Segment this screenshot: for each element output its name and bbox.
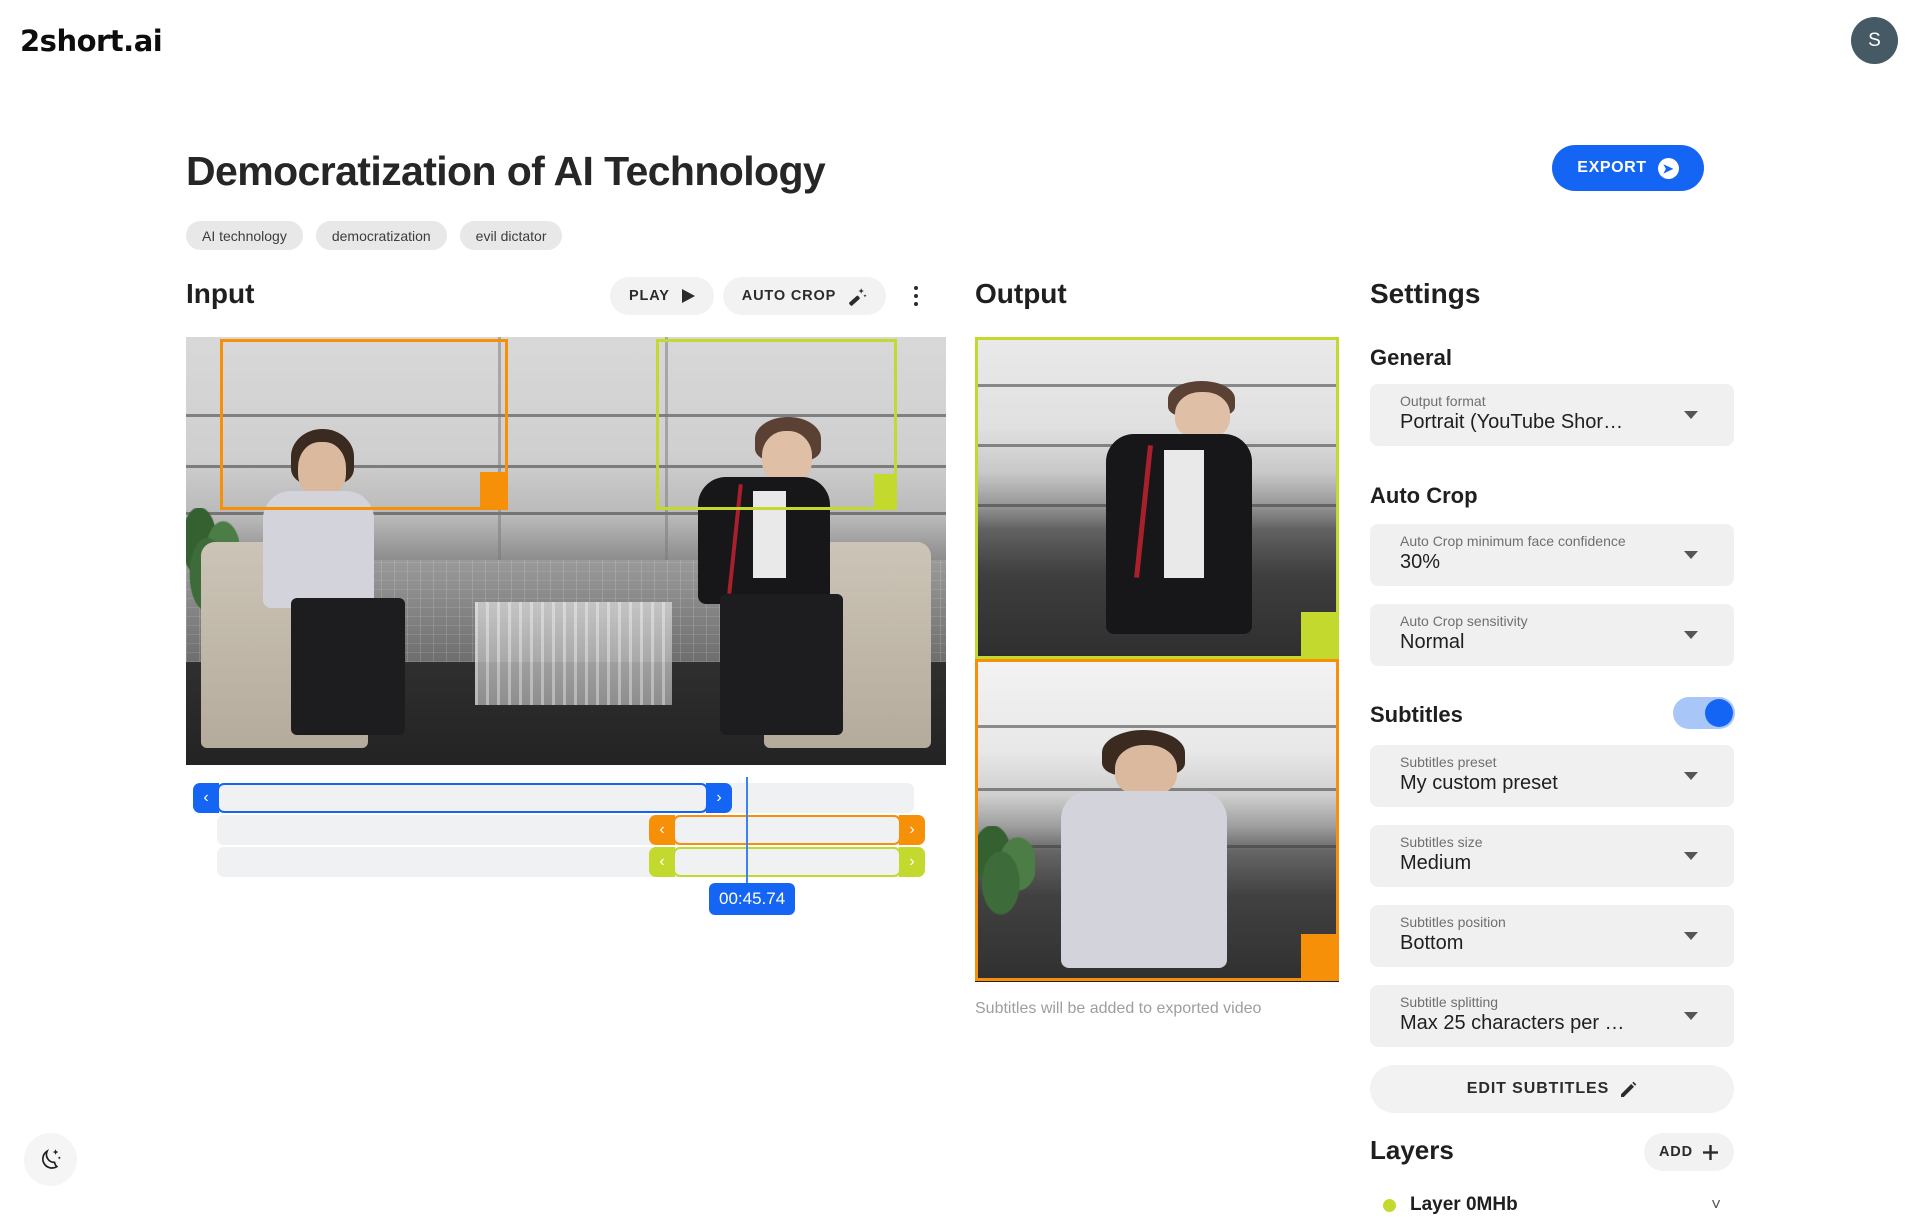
autocrop-face-confidence-value: 30%: [1400, 551, 1440, 574]
subtitle-splitting-value: Max 25 characters per …: [1400, 1012, 1625, 1035]
input-more-menu-button[interactable]: [899, 277, 933, 315]
person-speaker-b: [1093, 378, 1315, 656]
dark-mode-toggle[interactable]: [24, 1133, 77, 1186]
chevron-down-icon: [1684, 411, 1698, 419]
autocrop-face-confidence-select[interactable]: Auto Crop minimum face confidence 30%: [1370, 524, 1734, 586]
tag-list: AI technology democratization evil dicta…: [186, 221, 562, 250]
export-button[interactable]: EXPORT ➤: [1552, 145, 1704, 191]
output-pane-speaker-a[interactable]: [975, 659, 1339, 981]
chevron-left-icon[interactable]: ‹: [649, 847, 675, 877]
subtitles-position-label: Subtitles position: [1400, 914, 1506, 930]
autocrop-sensitivity-value: Normal: [1400, 631, 1464, 654]
autocrop-sensitivity-label: Auto Crop sensitivity: [1400, 613, 1528, 629]
add-layer-button[interactable]: ADD: [1644, 1133, 1734, 1171]
plus-icon: [1702, 1144, 1719, 1161]
output-crop-tab: [1301, 612, 1336, 656]
subtitles-preset-value: My custom preset: [1400, 772, 1558, 795]
output-crop-tab: [1301, 934, 1336, 978]
timeline-clip-main[interactable]: ‹ ›: [217, 783, 708, 813]
person-speaker-b: [680, 414, 900, 748]
tag-chip[interactable]: evil dictator: [460, 221, 563, 250]
subtitle-splitting-select[interactable]: Subtitle splitting Max 25 characters per…: [1370, 985, 1734, 1047]
play-button[interactable]: PLAY: [610, 277, 714, 315]
add-layer-label: ADD: [1659, 1144, 1693, 1160]
edit-subtitles-button[interactable]: EDIT SUBTITLES: [1370, 1065, 1734, 1113]
play-triangle-icon: [682, 289, 695, 303]
subtitles-size-label: Subtitles size: [1400, 834, 1482, 850]
subtitles-preset-label: Subtitles preset: [1400, 754, 1497, 770]
settings-heading: Settings: [1370, 278, 1480, 310]
chevron-right-icon[interactable]: ›: [706, 783, 732, 813]
arrow-right-circle-icon: ➤: [1658, 158, 1679, 179]
output-format-select[interactable]: Output format Portrait (YouTube Shor…: [1370, 384, 1734, 446]
chevron-left-icon[interactable]: ‹: [193, 783, 219, 813]
current-time-badge: 00:45.74: [709, 883, 795, 915]
output-format-value: Portrait (YouTube Shor…: [1400, 411, 1623, 434]
edit-subtitles-label: EDIT SUBTITLES: [1467, 1080, 1609, 1098]
subtitles-toggle[interactable]: [1673, 697, 1735, 729]
magic-wand-icon: [848, 287, 867, 306]
output-pane-speaker-b[interactable]: [975, 337, 1339, 659]
kebab-menu-icon: [914, 302, 918, 306]
page-title: Democratization of AI Technology: [186, 148, 825, 195]
person-speaker-a: [1057, 725, 1265, 978]
subtitles-size-select[interactable]: Subtitles size Medium: [1370, 825, 1734, 887]
subtitles-size-value: Medium: [1400, 852, 1471, 875]
chevron-down-icon: [1684, 551, 1698, 559]
settings-group-autocrop-title: Auto Crop: [1370, 483, 1478, 509]
playhead[interactable]: [746, 777, 748, 889]
output-video-preview[interactable]: [975, 337, 1339, 982]
autocrop-sensitivity-select[interactable]: Auto Crop sensitivity Normal: [1370, 604, 1734, 666]
subtitle-note: Subtitles will be added to exported vide…: [975, 1000, 1261, 1018]
chevron-down-icon: [1684, 932, 1698, 940]
video-frame-content: [186, 337, 946, 765]
export-button-label: EXPORT: [1577, 159, 1646, 177]
chevron-down-icon: [1684, 1012, 1698, 1020]
settings-group-subtitles-title: Subtitles: [1370, 702, 1463, 728]
input-heading: Input: [186, 278, 254, 310]
output-heading: Output: [975, 278, 1067, 310]
subtitles-position-value: Bottom: [1400, 932, 1463, 955]
chevron-down-icon: [1684, 631, 1698, 639]
kebab-menu-icon: [914, 294, 918, 298]
layer-color-dot: [1383, 1199, 1396, 1212]
top-bar: 2short.ai S: [0, 0, 1920, 82]
moon-stars-icon: [38, 1147, 63, 1172]
input-toolbar: PLAY AUTO CROP: [610, 277, 933, 315]
list-item[interactable]: Layer 0MHb ˅: [1370, 1188, 1734, 1222]
settings-group-layers-title: Layers: [1370, 1135, 1454, 1166]
layer-name: Layer 0MHb: [1410, 1194, 1518, 1216]
chevron-left-icon[interactable]: ‹: [649, 815, 675, 845]
chevron-down-icon: [1684, 852, 1698, 860]
person-speaker-a: [239, 423, 437, 748]
autocrop-face-confidence-label: Auto Crop minimum face confidence: [1400, 533, 1626, 549]
timeline-clip-speaker-b[interactable]: ‹ ›: [673, 847, 901, 877]
avatar[interactable]: S: [1851, 17, 1898, 64]
tag-chip[interactable]: AI technology: [186, 221, 303, 250]
play-button-label: PLAY: [629, 288, 670, 304]
chevron-down-icon[interactable]: ˅: [1711, 1195, 1721, 1215]
pencil-icon: [1620, 1081, 1637, 1098]
chevron-down-icon: [1684, 772, 1698, 780]
timeline-clip-speaker-a[interactable]: ‹ ›: [673, 815, 901, 845]
chevron-right-icon[interactable]: ›: [899, 847, 925, 877]
kebab-menu-icon: [914, 286, 918, 290]
chevron-right-icon[interactable]: ›: [899, 815, 925, 845]
tag-chip[interactable]: democratization: [316, 221, 447, 250]
auto-crop-button[interactable]: AUTO CROP: [723, 277, 886, 315]
brand-logo[interactable]: 2short.ai: [20, 24, 162, 58]
auto-crop-button-label: AUTO CROP: [742, 288, 836, 304]
settings-group-general-title: General: [1370, 345, 1452, 371]
subtitles-position-select[interactable]: Subtitles position Bottom: [1370, 905, 1734, 967]
subtitles-preset-select[interactable]: Subtitles preset My custom preset: [1370, 745, 1734, 807]
output-format-label: Output format: [1400, 393, 1486, 409]
subtitle-splitting-label: Subtitle splitting: [1400, 994, 1498, 1010]
input-video-preview[interactable]: [186, 337, 946, 765]
